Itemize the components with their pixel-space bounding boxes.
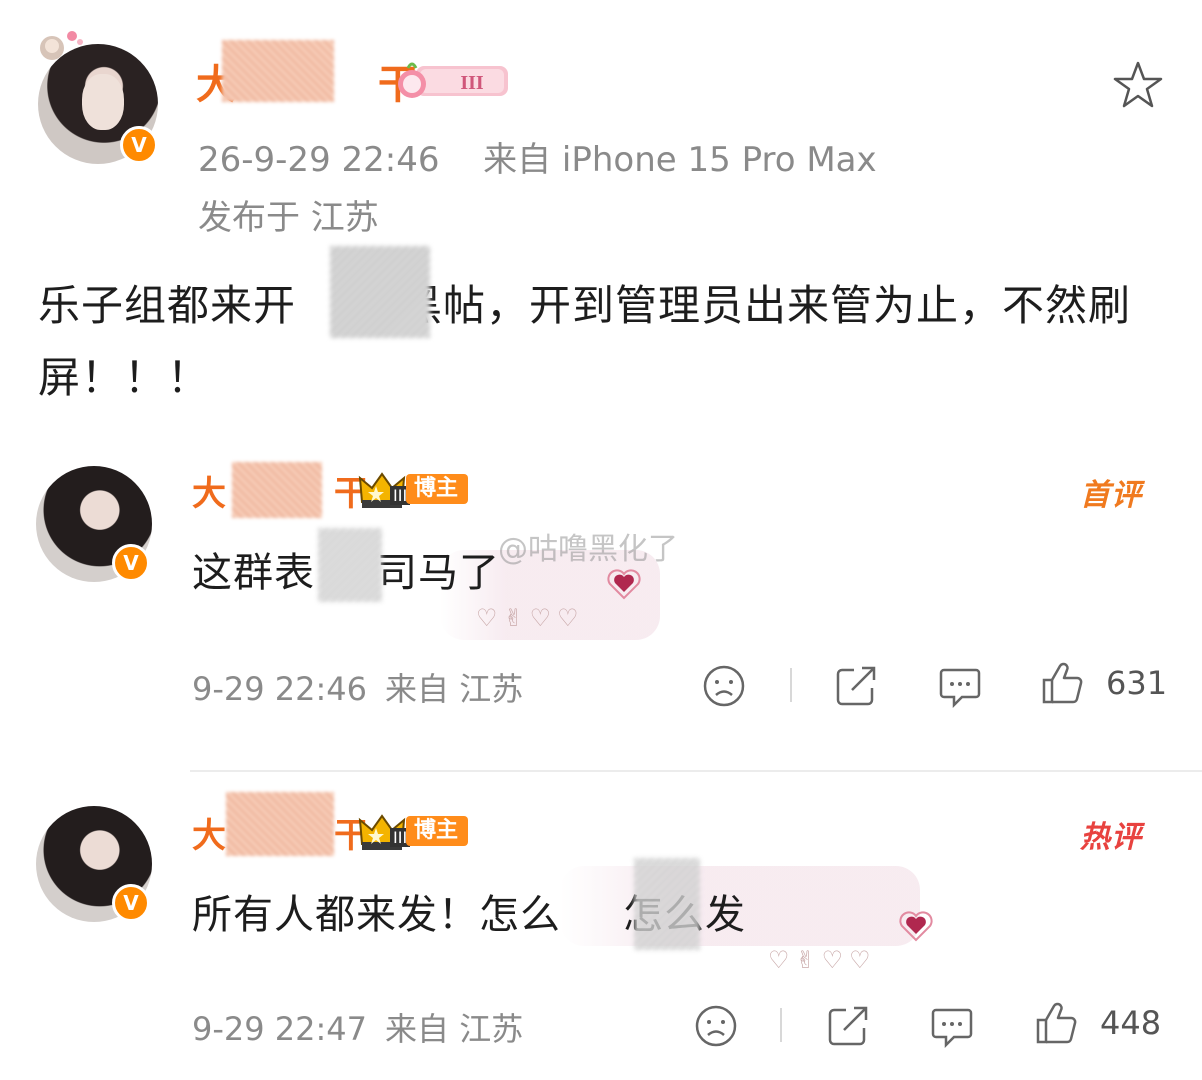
hand-gesture-stickers: ♡✌♡♡	[476, 604, 585, 632]
blogger-badge: 博主	[406, 816, 469, 846]
post-meta: 26-9-29 22:46 来自 iPhone 15 Pro Max	[198, 132, 877, 181]
comment-icon[interactable]	[938, 664, 982, 708]
watermark: @咕噜黑化了	[498, 532, 678, 567]
redacted-text-blur	[330, 246, 430, 338]
verified-badge-icon: V	[120, 126, 158, 164]
action-divider	[790, 668, 792, 702]
hand-gesture-stickers: ♡✌♡♡	[768, 946, 877, 974]
verified-badge-icon: V	[112, 544, 150, 582]
post-body-text: 乐子组都来开 黑帖，开到管理员出来管为止，不然刷屏！！！	[38, 281, 1132, 402]
hot-comment-tag: 热评	[1080, 820, 1142, 855]
redacted-name-blur	[222, 40, 334, 102]
favorite-star-icon[interactable]	[1112, 60, 1164, 110]
sad-face-icon[interactable]	[694, 1004, 738, 1048]
share-icon[interactable]	[834, 664, 878, 708]
verified-badge-icon: V	[112, 884, 150, 922]
post-source: 来自 iPhone 15 Pro Max	[483, 140, 877, 180]
post-location: 发布于 江苏	[198, 198, 379, 238]
comment-icon[interactable]	[930, 1004, 974, 1048]
heart-sticker-icon	[899, 911, 933, 942]
redacted-text-blur	[634, 858, 700, 950]
comment-meta: 9-29 22:47 来自 江苏	[192, 1010, 524, 1048]
redacted-name-blur	[226, 792, 334, 856]
first-comment-tag: 首评	[1080, 478, 1142, 513]
svg-text:III: III	[460, 72, 484, 94]
heart-sticker-icon	[607, 569, 641, 600]
action-divider	[780, 1008, 782, 1042]
share-icon[interactable]	[826, 1004, 870, 1048]
sad-face-icon[interactable]	[702, 664, 746, 708]
comment-meta: 9-29 22:46 来自 江苏	[192, 670, 524, 708]
like-count: 631	[1106, 664, 1168, 702]
like-thumb-icon[interactable]	[1034, 1002, 1078, 1046]
redacted-text-blur	[318, 528, 382, 602]
avatar-pendant-icon	[40, 31, 83, 60]
like-count: 448	[1100, 1004, 1162, 1042]
blogger-badge: 博主	[406, 474, 469, 504]
comment-divider	[190, 770, 1202, 772]
level-badge-icon: III	[398, 62, 508, 98]
post-timestamp: 26-9-29 22:46	[198, 140, 440, 180]
like-thumb-icon[interactable]	[1040, 662, 1084, 706]
redacted-name-blur	[232, 462, 322, 518]
